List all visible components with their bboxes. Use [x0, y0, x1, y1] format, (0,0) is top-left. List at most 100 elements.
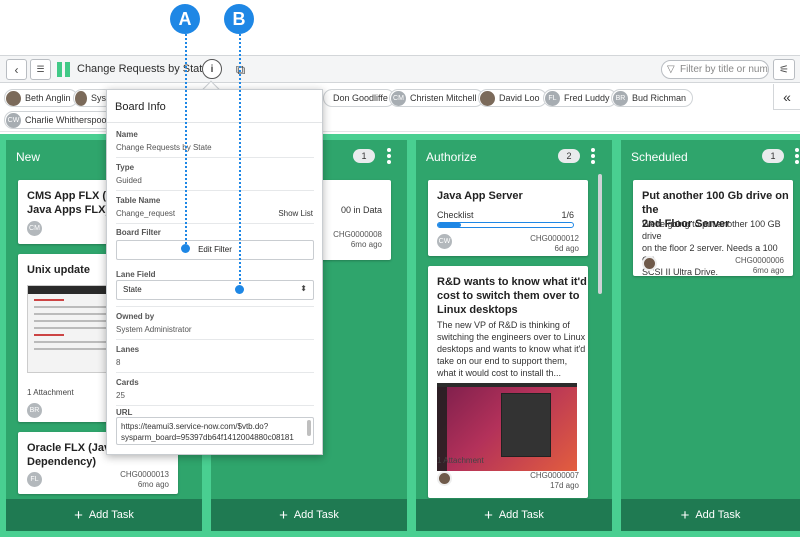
plus-icon: +: [279, 506, 288, 524]
filter-icon: ▽: [667, 64, 675, 75]
avatar: [6, 90, 21, 106]
board-filter-label: Board Filter: [116, 228, 161, 237]
member-name: Beth Anglin: [25, 93, 71, 103]
lane-field-select[interactable]: State ⬍: [116, 280, 314, 300]
avatar: CW: [6, 112, 21, 128]
callout-b: B: [224, 4, 254, 34]
board-header: ‹ ☰ Change Requests by State i ⧉ ▽ Filte…: [0, 55, 800, 83]
plus-icon: +: [74, 506, 83, 524]
member-chip[interactable]: David Loo: [478, 89, 547, 107]
add-task-button[interactable]: + Add Task: [621, 499, 800, 531]
callout-b-dot: [235, 285, 244, 294]
member-chip[interactable]: Don Goodliffe: [323, 89, 395, 107]
lane-menu-icon[interactable]: [795, 148, 799, 164]
divider: [116, 190, 314, 191]
collapse-members-button[interactable]: «: [773, 84, 800, 110]
list-icon: ☰: [36, 64, 45, 74]
member-name: David Loo: [499, 93, 540, 103]
avatar: BR: [613, 90, 628, 106]
card-age: 6d ago: [554, 244, 579, 253]
member-chip[interactable]: BR Bud Richman: [611, 89, 694, 107]
back-button[interactable]: ‹: [6, 59, 27, 80]
lane-header: Authorize 2: [416, 140, 612, 172]
lane-field-value: State: [123, 285, 142, 294]
card-title: Unix update: [27, 264, 90, 276]
name-value: Change Requests by State: [116, 143, 212, 152]
table-name-value: Change_request: [116, 209, 176, 218]
url-scrollbar[interactable]: [307, 420, 311, 436]
lane-count-badge: 1: [353, 149, 375, 163]
board-info-button[interactable]: i: [202, 59, 222, 79]
task-card[interactable]: R&D wants to know what it'd cost to switc…: [428, 266, 588, 498]
card-title: 00 in Data: [341, 205, 383, 215]
chevron-left-icon: ‹: [14, 62, 19, 77]
callout-a-line: [185, 34, 187, 248]
name-label: Name: [116, 130, 138, 139]
divider: [116, 223, 314, 224]
member-chip[interactable]: CW Charlie Whitherspoon: [4, 111, 119, 129]
card-title: R&D wants to know what it'd cost to switc…: [437, 276, 587, 316]
type-label: Type: [116, 163, 135, 172]
lanes-label: Lanes: [116, 345, 140, 354]
edit-filter-button[interactable]: Edit Filter: [116, 240, 314, 260]
callout-a: A: [170, 4, 200, 34]
task-card[interactable]: Put another 100 Gb drive on the 2nd Floor…: [633, 180, 793, 277]
attachment-count: 1 Attachment: [27, 388, 74, 397]
select-caret-icon: ⬍: [300, 284, 307, 293]
checklist-count: 1/6: [561, 210, 574, 220]
type-value: Guided: [116, 176, 142, 185]
member-chip[interactable]: CM Christen Mitchell: [389, 89, 484, 107]
lane-menu-icon[interactable]: [591, 148, 595, 164]
card-age: 6mo ago: [752, 266, 784, 275]
settings-button[interactable]: ⚟: [773, 59, 795, 80]
avatar: [642, 256, 657, 271]
task-card[interactable]: Java App Server Checklist 1/6 CW CHG0000…: [428, 180, 588, 256]
board-icon: [57, 62, 71, 77]
card-age: 17d ago: [550, 481, 579, 490]
lane-menu-icon[interactable]: [387, 148, 391, 164]
member-chip[interactable]: Beth Anglin: [4, 89, 78, 107]
lane-header: Scheduled 1: [621, 140, 800, 172]
add-task-button[interactable]: + Add Task: [211, 499, 407, 531]
popover-title: Board Info: [115, 101, 166, 113]
divider: [116, 372, 314, 373]
lane-title: New: [16, 150, 41, 164]
show-list-link[interactable]: Show List: [278, 209, 313, 218]
checklist-progress-fill: [438, 223, 461, 227]
divider: [116, 405, 314, 406]
kanban-board-screen: ‹ ☰ Change Requests by State i ⧉ ▽ Filte…: [0, 0, 800, 537]
member-name: Christen Mitchell: [410, 93, 477, 103]
filter-placeholder: Filter by title or number: [680, 64, 768, 75]
list-view-button[interactable]: ☰: [30, 59, 51, 80]
lane-scrollbar[interactable]: [598, 174, 602, 294]
card-number: CHG0000006: [735, 256, 784, 265]
callout-a-dot: [181, 244, 190, 253]
lane-title: Scheduled: [631, 150, 688, 164]
filter-input[interactable]: ▽ Filter by title or number: [661, 60, 769, 79]
lane-field-label: Lane Field: [116, 270, 156, 279]
card-number: CHG0000008: [333, 230, 382, 239]
info-icon: i: [210, 63, 214, 75]
lane-authorize: Authorize 2 Java App Server Checklist 1/…: [416, 140, 612, 531]
owned-by-value: System Administrator: [116, 325, 192, 334]
member-name: Fred Luddy: [564, 93, 610, 103]
avatar: [437, 471, 452, 486]
avatar: CM: [27, 221, 42, 236]
url-field[interactable]: https://teamui3.service-now.com/$vtb.do?…: [116, 417, 314, 445]
checklist-progress: [437, 222, 574, 228]
avatar: CW: [437, 234, 452, 249]
checklist-label: Checklist: [437, 210, 474, 220]
member-chip[interactable]: FL Fred Luddy: [543, 89, 617, 107]
cards-label: Cards: [116, 378, 139, 387]
member-name: Sys: [90, 93, 106, 103]
lane-scheduled: Scheduled 1 Put another 100 Gb drive on …: [621, 140, 800, 531]
add-task-button[interactable]: + Add Task: [416, 499, 612, 531]
plus-icon: +: [484, 506, 493, 524]
table-name-label: Table Name: [116, 196, 161, 205]
avatar: [480, 90, 495, 106]
lane-count-badge: 1: [762, 149, 784, 163]
double-chevron-left-icon: «: [783, 88, 791, 105]
add-task-button[interactable]: + Add Task: [6, 499, 202, 531]
card-title: Java App Server: [437, 190, 523, 202]
member-name: Don Goodliffe: [333, 93, 388, 103]
